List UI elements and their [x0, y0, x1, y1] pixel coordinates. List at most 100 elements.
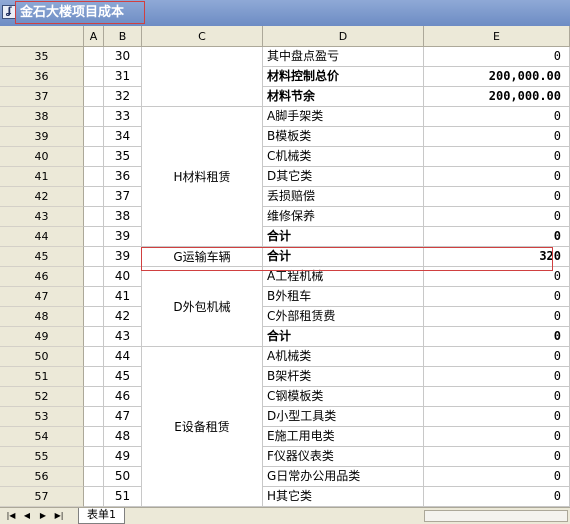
cell-d[interactable]: 材料控制总价 [263, 67, 424, 87]
cell-d[interactable]: B外租车 [263, 287, 424, 307]
cell-e[interactable]: 0 [424, 147, 570, 167]
cell-d[interactable]: G日常办公用品类 [263, 467, 424, 487]
cell-a[interactable] [84, 47, 104, 67]
row-header[interactable]: 41 [0, 167, 84, 187]
cell-a[interactable] [84, 287, 104, 307]
row-header[interactable]: 50 [0, 347, 84, 367]
cell-a[interactable] [84, 167, 104, 187]
row-header[interactable]: 57 [0, 487, 84, 507]
row-header[interactable]: 52 [0, 387, 84, 407]
first-sheet-icon[interactable]: |◀ [4, 510, 18, 522]
row-header[interactable]: 36 [0, 67, 84, 87]
cell-a[interactable] [84, 107, 104, 127]
row-header[interactable]: 55 [0, 447, 84, 467]
cell-d[interactable]: E施工用电类 [263, 427, 424, 447]
cell-b[interactable]: 42 [104, 307, 142, 327]
cell-d[interactable]: H其它类 [263, 487, 424, 507]
cell-b[interactable]: 46 [104, 387, 142, 407]
cell-b[interactable]: 49 [104, 447, 142, 467]
row-header[interactable]: 53 [0, 407, 84, 427]
sheet-tab[interactable]: 表单1 [78, 508, 125, 524]
cell-a[interactable] [84, 407, 104, 427]
cell-d[interactable]: A机械类 [263, 347, 424, 367]
cell-a[interactable] [84, 87, 104, 107]
cell-e[interactable]: 0 [424, 367, 570, 387]
cell-b[interactable]: 32 [104, 87, 142, 107]
cell-a[interactable] [84, 267, 104, 287]
cell-d[interactable]: D小型工具类 [263, 407, 424, 427]
cell-a[interactable] [84, 327, 104, 347]
cell-d[interactable]: 材料节余 [263, 87, 424, 107]
cell-d[interactable]: 合计 [263, 227, 424, 247]
cell-e[interactable]: 0 [424, 447, 570, 467]
row-header[interactable]: 54 [0, 427, 84, 447]
cell-d[interactable]: 合计 [263, 327, 424, 347]
cell-e[interactable]: 0 [424, 227, 570, 247]
row-header[interactable]: 56 [0, 467, 84, 487]
row-header[interactable]: 42 [0, 187, 84, 207]
cell-b[interactable]: 30 [104, 47, 142, 67]
cell-a[interactable] [84, 247, 104, 267]
cell-a[interactable] [84, 147, 104, 167]
cell-a[interactable] [84, 487, 104, 507]
cell-e[interactable]: 0 [424, 47, 570, 67]
cell-e[interactable]: 0 [424, 287, 570, 307]
cell-a[interactable] [84, 347, 104, 367]
column-header-a[interactable]: A [84, 26, 104, 47]
cell-e[interactable]: 0 [424, 347, 570, 367]
column-header-e[interactable]: E [424, 26, 570, 47]
merged-group-cell[interactable]: D外包机械 [142, 267, 263, 347]
cell-b[interactable]: 39 [104, 247, 142, 267]
merged-group-cell[interactable] [142, 47, 263, 107]
cell-b[interactable]: 36 [104, 167, 142, 187]
cell-d[interactable]: B模板类 [263, 127, 424, 147]
cell-e[interactable]: 0 [424, 307, 570, 327]
cell-a[interactable] [84, 427, 104, 447]
row-header[interactable]: 40 [0, 147, 84, 167]
column-header-b[interactable]: B [104, 26, 142, 47]
cell-e[interactable]: 0 [424, 107, 570, 127]
merged-group-cell[interactable]: H材料租赁 [142, 107, 263, 247]
cell-d[interactable]: B架杆类 [263, 367, 424, 387]
row-header[interactable]: 45 [0, 247, 84, 267]
app-icon[interactable]: ʆ [2, 5, 16, 19]
cell-e[interactable]: 0 [424, 427, 570, 447]
column-header-c[interactable]: C [142, 26, 263, 47]
cell-a[interactable] [84, 207, 104, 227]
cell-d[interactable]: C外部租赁费 [263, 307, 424, 327]
cell-e[interactable]: 0 [424, 407, 570, 427]
row-header[interactable]: 51 [0, 367, 84, 387]
cell-e[interactable]: 200,000.00 [424, 67, 570, 87]
column-header-d[interactable]: D [263, 26, 424, 47]
cell-a[interactable] [84, 367, 104, 387]
cell-e[interactable]: 0 [424, 207, 570, 227]
row-header[interactable]: 48 [0, 307, 84, 327]
cell-d[interactable]: 丢损赔偿 [263, 187, 424, 207]
cell-b[interactable]: 38 [104, 207, 142, 227]
cell-a[interactable] [84, 447, 104, 467]
last-sheet-icon[interactable]: ▶| [52, 510, 66, 522]
cell-b[interactable]: 50 [104, 467, 142, 487]
row-header[interactable]: 39 [0, 127, 84, 147]
merged-group-cell[interactable]: E设备租赁 [142, 347, 263, 507]
cell-d[interactable]: C钢模板类 [263, 387, 424, 407]
cell-b[interactable]: 51 [104, 487, 142, 507]
cell-b[interactable]: 45 [104, 367, 142, 387]
row-header[interactable]: 38 [0, 107, 84, 127]
cell-b[interactable]: 47 [104, 407, 142, 427]
cell-b[interactable]: 44 [104, 347, 142, 367]
cell-e[interactable]: 0 [424, 487, 570, 507]
horizontal-scrollbar[interactable] [424, 510, 568, 522]
cell-d[interactable]: 维修保养 [263, 207, 424, 227]
cell-a[interactable] [84, 467, 104, 487]
row-header[interactable]: 37 [0, 87, 84, 107]
next-sheet-icon[interactable]: ▶ [36, 510, 50, 522]
cell-e[interactable]: 0 [424, 387, 570, 407]
cell-d[interactable]: D其它类 [263, 167, 424, 187]
cell-b[interactable]: 40 [104, 267, 142, 287]
row-header[interactable]: 43 [0, 207, 84, 227]
row-header[interactable]: 49 [0, 327, 84, 347]
cell-e[interactable]: 0 [424, 167, 570, 187]
cell-b[interactable]: 31 [104, 67, 142, 87]
cell-a[interactable] [84, 387, 104, 407]
